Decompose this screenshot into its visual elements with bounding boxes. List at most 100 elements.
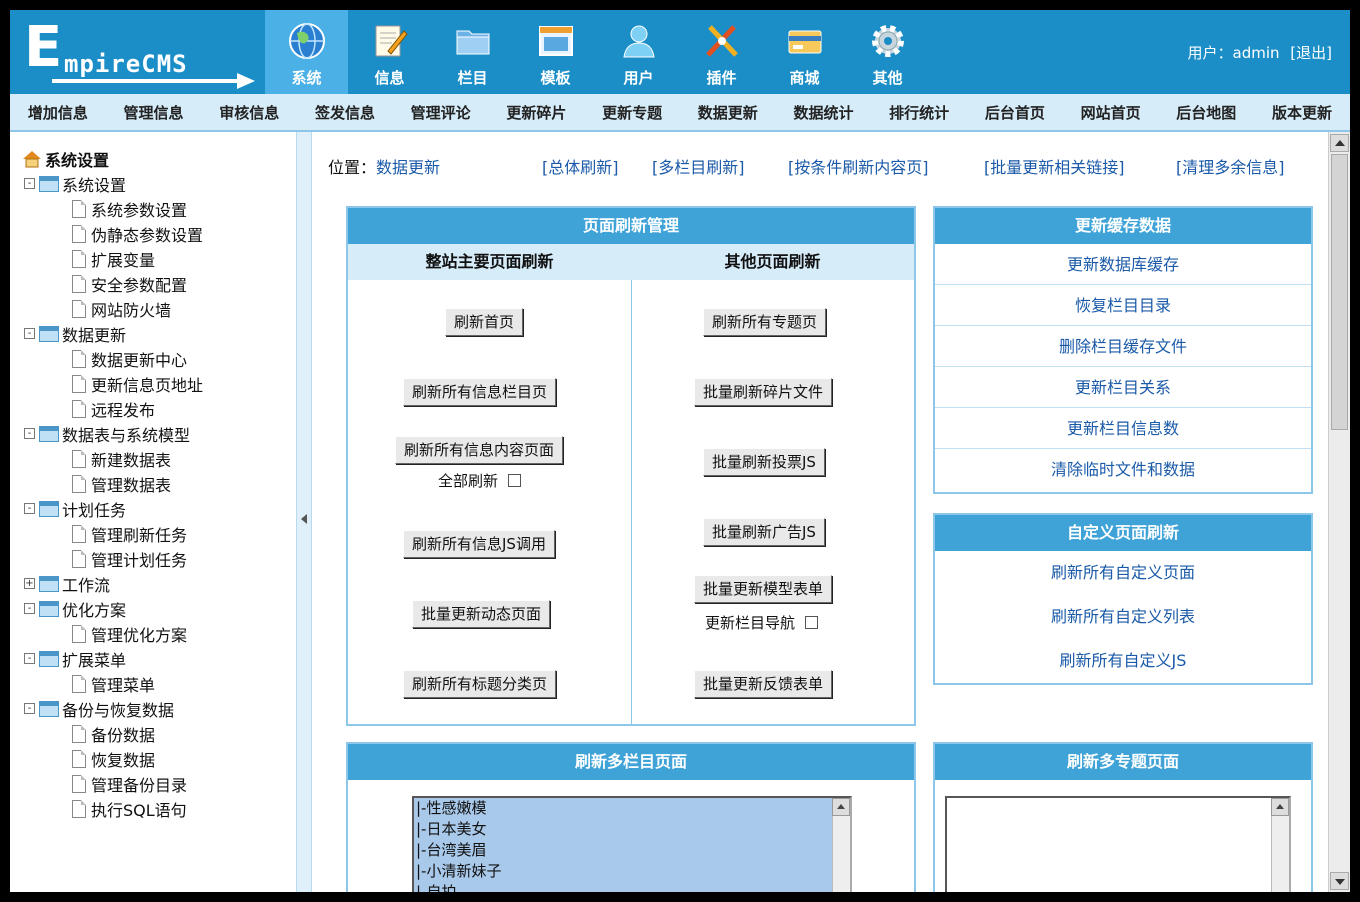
submenu-data-update[interactable]: 数据更新 — [698, 102, 758, 123]
sidebar-item[interactable]: 管理计划任务 — [22, 546, 296, 571]
sidebar-item[interactable]: 管理刷新任务 — [22, 521, 296, 546]
sidebar-group[interactable]: - 数据表与系统模型 — [22, 421, 296, 446]
refresh-fragment-files-button[interactable]: 批量刷新碎片文件 — [694, 378, 833, 406]
collapse-icon[interactable]: - — [24, 428, 35, 439]
update-class-count-link[interactable]: 更新栏目信息数 — [935, 408, 1311, 449]
nav-shop[interactable]: 商城 — [763, 10, 846, 94]
sidebar-item[interactable]: 安全参数配置 — [22, 271, 296, 296]
update-dynamic-pages-button[interactable]: 批量更新动态页面 — [412, 600, 551, 628]
scroll-up-arrow-icon[interactable] — [1330, 134, 1349, 152]
class-option[interactable]: |-台湾美眉 — [414, 840, 850, 861]
update-db-cache-link[interactable]: 更新数据库缓存 — [935, 244, 1311, 285]
nav-system[interactable]: 系统 — [265, 10, 348, 94]
refresh-all-js-button[interactable]: 刷新所有信息JS调用 — [403, 530, 555, 558]
delete-class-cache-link[interactable]: 删除栏目缓存文件 — [935, 326, 1311, 367]
link-refresh-all[interactable]: [总体刷新] — [542, 154, 619, 178]
sidebar-group[interactable]: - 系统设置 — [22, 171, 296, 196]
sidebar-item[interactable]: 新建数据表 — [22, 446, 296, 471]
refresh-all-content-button[interactable]: 刷新所有信息内容页面 — [395, 436, 564, 464]
scroll-down-arrow-icon[interactable] — [1330, 872, 1349, 890]
link-refresh-multi-class[interactable]: [多栏目刷新] — [652, 154, 745, 178]
submenu-manage-info[interactable]: 管理信息 — [124, 102, 184, 123]
collapse-icon[interactable]: - — [24, 603, 35, 614]
sidebar-item[interactable]: 扩展变量 — [22, 246, 296, 271]
sidebar-group[interactable]: + 工作流 — [22, 571, 296, 596]
scroll-up-arrow-icon[interactable] — [832, 798, 850, 816]
collapse-icon[interactable]: - — [24, 653, 35, 664]
sidebar-item[interactable]: 更新信息页地址 — [22, 371, 296, 396]
refresh-custom-js-link[interactable]: 刷新所有自定义JS — [935, 639, 1311, 683]
empirecms-logo[interactable]: E mpireCMS — [22, 20, 257, 89]
update-model-form-button[interactable]: 批量更新模型表单 — [694, 575, 833, 603]
refresh-custom-lists-link[interactable]: 刷新所有自定义列表 — [935, 595, 1311, 639]
submenu-update-fragment[interactable]: 更新碎片 — [506, 102, 566, 123]
class-select-list[interactable]: |-性感嫩模 |-日本美女 |-台湾美眉 |-小清新妹子 |-自拍 — [412, 796, 852, 892]
submenu-add-info[interactable]: 增加信息 — [28, 102, 88, 123]
refresh-all-class-button[interactable]: 刷新所有信息栏目页 — [403, 378, 557, 406]
submenu-admin-map[interactable]: 后台地图 — [1176, 102, 1236, 123]
refresh-vote-js-button[interactable]: 批量刷新投票JS — [703, 448, 825, 476]
sidebar-item[interactable]: 系统参数设置 — [22, 196, 296, 221]
submenu-site-home[interactable]: 网站首页 — [1081, 102, 1141, 123]
logout-link[interactable]: [退出] — [1290, 44, 1332, 62]
sidebar-item[interactable]: 备份数据 — [22, 721, 296, 746]
update-class-relation-link[interactable]: 更新栏目关系 — [935, 367, 1311, 408]
restore-class-dir-link[interactable]: 恢复栏目目录 — [935, 285, 1311, 326]
breadcrumb-current[interactable]: 数据更新 — [376, 158, 440, 177]
sidebar-item[interactable]: 管理优化方案 — [22, 621, 296, 646]
page-scrollbar[interactable] — [1328, 132, 1350, 892]
nav-template[interactable]: 模板 — [514, 10, 597, 94]
update-feedback-form-button[interactable]: 批量更新反馈表单 — [694, 670, 833, 698]
sidebar-collapse-handle[interactable] — [296, 132, 312, 892]
refresh-title-class-button[interactable]: 刷新所有标题分类页 — [403, 670, 557, 698]
nav-info[interactable]: 信息 — [348, 10, 431, 94]
submenu-sign-info[interactable]: 签发信息 — [315, 102, 375, 123]
class-option[interactable]: |-日本美女 — [414, 819, 850, 840]
refresh-custom-pages-link[interactable]: 刷新所有自定义页面 — [935, 551, 1311, 595]
sidebar-group[interactable]: - 计划任务 — [22, 496, 296, 521]
expand-icon[interactable]: + — [24, 578, 35, 589]
submenu-version-update[interactable]: 版本更新 — [1272, 102, 1332, 123]
refresh-index-button[interactable]: 刷新首页 — [445, 308, 524, 336]
link-refresh-by-condition[interactable]: [按条件刷新内容页] — [788, 154, 929, 178]
refresh-ad-js-button[interactable]: 批量刷新广告JS — [703, 518, 825, 546]
topic-select-list[interactable] — [945, 796, 1291, 892]
sidebar-item[interactable]: 数据更新中心 — [22, 346, 296, 371]
sidebar-item[interactable]: 管理数据表 — [22, 471, 296, 496]
clear-temp-files-link[interactable]: 清除临时文件和数据 — [935, 449, 1311, 490]
submenu-rank-stats[interactable]: 排行统计 — [889, 102, 949, 123]
collapse-icon[interactable]: - — [24, 178, 35, 189]
sidebar-item[interactable]: 网站防火墙 — [22, 296, 296, 321]
collapse-icon[interactable]: - — [24, 503, 35, 514]
collapse-icon[interactable]: - — [24, 328, 35, 339]
list-scrollbar[interactable] — [1271, 798, 1289, 892]
nav-class[interactable]: 栏目 — [431, 10, 514, 94]
sidebar-item[interactable]: 管理菜单 — [22, 671, 296, 696]
nav-user[interactable]: 用户 — [597, 10, 680, 94]
class-option[interactable]: |-小清新妹子 — [414, 861, 850, 882]
sidebar-group[interactable]: - 优化方案 — [22, 596, 296, 621]
sidebar-group[interactable]: - 扩展菜单 — [22, 646, 296, 671]
submenu-data-stats[interactable]: 数据统计 — [793, 102, 853, 123]
collapse-icon[interactable]: - — [24, 703, 35, 714]
nav-other[interactable]: 其他 — [846, 10, 929, 94]
update-class-nav-checkbox[interactable] — [805, 616, 819, 629]
scroll-thumb[interactable] — [1331, 154, 1348, 430]
sidebar-item[interactable]: 伪静态参数设置 — [22, 221, 296, 246]
tree-root[interactable]: 系统设置 — [22, 146, 296, 171]
sidebar-item[interactable]: 恢复数据 — [22, 746, 296, 771]
nav-plugin[interactable]: 插件 — [680, 10, 763, 94]
sidebar-group[interactable]: - 数据更新 — [22, 321, 296, 346]
sidebar-item[interactable]: 管理备份目录 — [22, 771, 296, 796]
class-option[interactable]: |-自拍 — [414, 882, 850, 892]
submenu-admin-home[interactable]: 后台首页 — [985, 102, 1045, 123]
submenu-update-topic[interactable]: 更新专题 — [602, 102, 662, 123]
class-option[interactable]: |-性感嫩模 — [414, 798, 850, 819]
sidebar-item[interactable]: 远程发布 — [22, 396, 296, 421]
sidebar-group[interactable]: - 备份与恢复数据 — [22, 696, 296, 721]
list-scrollbar[interactable] — [832, 798, 850, 892]
sidebar-item[interactable]: 执行SQL语句 — [22, 796, 296, 821]
submenu-manage-comment[interactable]: 管理评论 — [411, 102, 471, 123]
link-update-related-links[interactable]: [批量更新相关链接] — [984, 154, 1125, 178]
submenu-check-info[interactable]: 审核信息 — [219, 102, 279, 123]
